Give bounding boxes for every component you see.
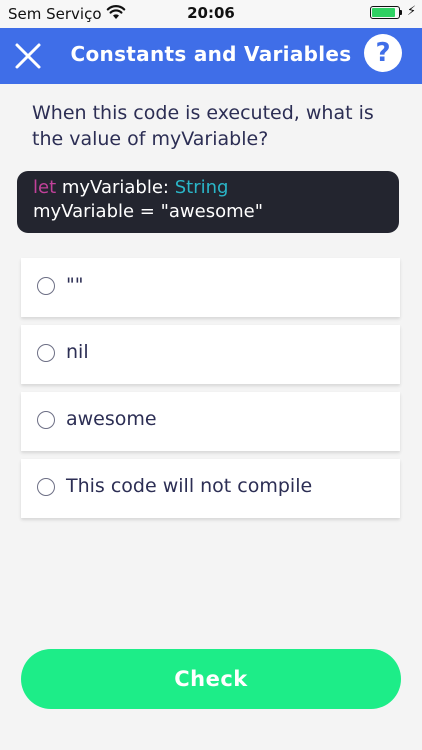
status-time: 20:06	[187, 4, 235, 22]
answer-option-label: ""	[66, 274, 84, 296]
status-bar: Sem Serviço 20:06 ⚡	[0, 0, 422, 28]
code-block: let myVariable: String myVariable = "awe…	[17, 171, 399, 233]
answer-option-label: This code will not compile	[66, 475, 313, 497]
radio-button[interactable]	[37, 411, 55, 429]
code-line-2: myVariable = "awesome"	[33, 201, 263, 222]
question-text: When this code is executed, what is the …	[32, 102, 374, 150]
answer-option[interactable]: This code will not compile	[21, 459, 400, 518]
help-icon[interactable]: ?	[364, 34, 402, 72]
close-icon[interactable]	[12, 40, 44, 72]
code-type: String	[174, 177, 229, 198]
page-title: Constants and Variables	[70, 42, 352, 66]
answer-option[interactable]: awesome	[21, 392, 400, 451]
answer-option[interactable]: ""	[21, 258, 400, 317]
answer-option-label: awesome	[66, 408, 157, 430]
code-keyword: let	[33, 177, 57, 198]
battery-tip	[400, 10, 402, 15]
radio-button[interactable]	[37, 478, 55, 496]
charging-bolt-icon: ⚡	[407, 4, 417, 19]
battery-level	[372, 8, 395, 17]
battery-icon	[370, 6, 400, 19]
answer-option[interactable]: nil	[21, 325, 400, 384]
code-line-1: let myVariable: String	[33, 176, 383, 200]
check-button[interactable]: Check	[21, 649, 401, 709]
code-variable-declaration: myVariable:	[56, 177, 175, 198]
answer-option-label: nil	[66, 341, 89, 363]
radio-button[interactable]	[37, 344, 55, 362]
radio-button[interactable]	[37, 277, 55, 295]
nav-bar: Constants and Variables ?	[0, 28, 422, 84]
